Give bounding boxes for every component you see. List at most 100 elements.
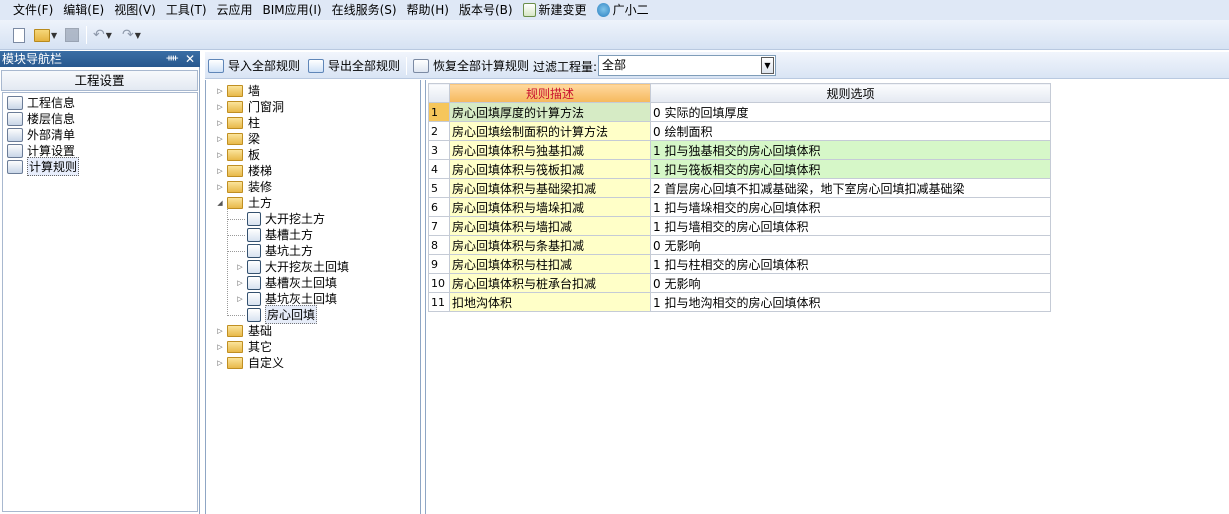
rule-option-cell[interactable]: 1 扣与筏板相交的房心回填体积: [650, 159, 1051, 179]
rule-desc-cell[interactable]: 房心回填体积与筏板扣减: [449, 159, 651, 179]
table-row[interactable]: 11 扣地沟体积 1 扣与地沟相交的房心回填体积: [428, 292, 1051, 312]
table-corner-cell[interactable]: [428, 83, 450, 103]
save-button[interactable]: [65, 27, 79, 43]
nav-item-project-info[interactable]: 工程信息: [7, 95, 75, 110]
table-row[interactable]: 2 房心回填绘制面积的计算方法 0 绘制面积: [428, 121, 1051, 141]
row-number[interactable]: 1: [428, 102, 450, 122]
expand-arrow-icon[interactable]: ▷: [215, 327, 225, 335]
tree-node-trench-lime-backfill[interactable]: ▷ 基槽灰土回填: [235, 275, 337, 290]
filter-quantity-select[interactable]: 全部 ▼: [598, 55, 776, 76]
tree-node-beam[interactable]: ▷ 梁: [215, 131, 260, 146]
guangxiaoer-button[interactable]: 广小二: [592, 0, 654, 20]
tree-node-custom[interactable]: ▷ 自定义: [215, 355, 284, 370]
rule-option-cell[interactable]: 1 扣与墙垛相交的房心回填体积: [650, 197, 1051, 217]
rule-option-cell[interactable]: 0 绘制面积: [650, 121, 1051, 141]
row-number[interactable]: 2: [428, 121, 450, 141]
chevron-down-icon[interactable]: ▼: [761, 57, 774, 74]
table-row[interactable]: 6 房心回填体积与墙垛扣减 1 扣与墙垛相交的房心回填体积: [428, 197, 1051, 217]
table-row[interactable]: 4 房心回填体积与筏板扣减 1 扣与筏板相交的房心回填体积: [428, 159, 1051, 179]
nav-item-calc-settings[interactable]: 计算设置: [7, 143, 75, 158]
row-number[interactable]: 7: [428, 216, 450, 236]
table-row[interactable]: 1 房心回填厚度的计算方法 0 实际的回填厚度: [428, 102, 1051, 122]
tree-node-pit-lime-backfill[interactable]: ▷ 基坑灰土回填: [235, 291, 337, 306]
tree-node-earthwork[interactable]: ◢ 土方: [215, 195, 272, 210]
menu-cloud[interactable]: 云应用: [212, 0, 258, 20]
row-number[interactable]: 8: [428, 235, 450, 255]
rule-desc-cell[interactable]: 房心回填体积与柱扣减: [449, 254, 651, 274]
table-row[interactable]: 5 房心回填体积与基础梁扣减 2 首层房心回填不扣减基础梁，地下室房心回填扣减基础梁: [428, 178, 1051, 198]
rule-desc-cell[interactable]: 房心回填绘制面积的计算方法: [449, 121, 651, 141]
nav-item-external-list[interactable]: 外部清单: [7, 127, 75, 142]
row-number[interactable]: 11: [428, 292, 450, 312]
expand-arrow-icon[interactable]: ▷: [215, 343, 225, 351]
tree-node-decoration[interactable]: ▷ 装修: [215, 179, 272, 194]
pin-icon[interactable]: ᚓ: [167, 51, 179, 67]
expand-arrow-icon[interactable]: ▷: [235, 263, 245, 271]
expand-arrow-icon[interactable]: ▷: [215, 183, 225, 191]
tree-node-trench-excavation[interactable]: 基槽土方: [247, 227, 313, 242]
tree-node-foundation[interactable]: ▷ 基础: [215, 323, 272, 338]
rule-desc-cell[interactable]: 扣地沟体积: [449, 292, 651, 312]
tree-node-door-window[interactable]: ▷ 门窗洞: [215, 99, 284, 114]
rule-option-cell[interactable]: 1 扣与柱相交的房心回填体积: [650, 254, 1051, 274]
tree-node-other[interactable]: ▷ 其它: [215, 339, 272, 354]
rule-desc-cell[interactable]: 房心回填体积与墙扣减: [449, 216, 651, 236]
new-change-button[interactable]: 新建变更: [518, 0, 592, 20]
undo-button[interactable]: ↶ ▼: [93, 27, 112, 43]
table-row[interactable]: 9 房心回填体积与柱扣减 1 扣与柱相交的房心回填体积: [428, 254, 1051, 274]
row-number[interactable]: 9: [428, 254, 450, 274]
expand-arrow-icon[interactable]: ▷: [215, 135, 225, 143]
expand-arrow-icon[interactable]: ▷: [215, 167, 225, 175]
rule-desc-cell[interactable]: 房心回填厚度的计算方法: [449, 102, 651, 122]
tree-node-pit-excavation[interactable]: 基坑土方: [247, 243, 313, 258]
rule-option-cell[interactable]: 0 无影响: [650, 235, 1051, 255]
rule-desc-cell[interactable]: 房心回填体积与桩承台扣减: [449, 273, 651, 293]
expand-arrow-icon[interactable]: ▷: [235, 279, 245, 287]
row-number[interactable]: 3: [428, 140, 450, 160]
table-row[interactable]: 8 房心回填体积与条基扣减 0 无影响: [428, 235, 1051, 255]
rule-desc-cell[interactable]: 房心回填体积与独基扣减: [449, 140, 651, 160]
menu-tools[interactable]: 工具(T): [161, 0, 212, 20]
menu-online[interactable]: 在线服务(S): [327, 0, 402, 20]
rule-option-cell[interactable]: 1 扣与独基相交的房心回填体积: [650, 140, 1051, 160]
rule-option-cell[interactable]: 1 扣与墙相交的房心回填体积: [650, 216, 1051, 236]
column-header-rule-option[interactable]: 规则选项: [650, 83, 1051, 103]
rule-desc-cell[interactable]: 房心回填体积与墙垛扣减: [449, 197, 651, 217]
expand-arrow-icon[interactable]: ▷: [215, 119, 225, 127]
menu-version[interactable]: 版本号(B): [454, 0, 518, 20]
tree-node-mass-lime-backfill[interactable]: ▷ 大开挖灰土回填: [235, 259, 349, 274]
tree-node-column[interactable]: ▷ 柱: [215, 115, 260, 130]
rule-desc-cell[interactable]: 房心回填体积与基础梁扣减: [449, 178, 651, 198]
import-all-rules-button[interactable]: 导入全部规则: [208, 57, 300, 74]
menu-help[interactable]: 帮助(H): [402, 0, 454, 20]
menu-view[interactable]: 视图(V): [109, 0, 161, 20]
tree-node-wall[interactable]: ▷ 墙: [215, 83, 260, 98]
nav-item-calc-rules[interactable]: 计算规则: [7, 157, 80, 176]
tree-node-stairs[interactable]: ▷ 楼梯: [215, 163, 272, 178]
menu-bim[interactable]: BIM应用(I): [258, 0, 327, 20]
row-number[interactable]: 4: [428, 159, 450, 179]
close-icon[interactable]: ✕: [185, 51, 195, 67]
table-row[interactable]: 3 房心回填体积与独基扣减 1 扣与独基相交的房心回填体积: [428, 140, 1051, 160]
open-button[interactable]: ▼: [34, 27, 57, 43]
row-number[interactable]: 10: [428, 273, 450, 293]
rule-option-cell[interactable]: 0 实际的回填厚度: [650, 102, 1051, 122]
table-row[interactable]: 7 房心回填体积与墙扣减 1 扣与墙相交的房心回填体积: [428, 216, 1051, 236]
table-row[interactable]: 10 房心回填体积与桩承台扣减 0 无影响: [428, 273, 1051, 293]
new-file-button[interactable]: [13, 27, 25, 43]
tree-node-slab[interactable]: ▷ 板: [215, 147, 260, 162]
expand-arrow-icon[interactable]: ▷: [215, 103, 225, 111]
expand-arrow-icon[interactable]: ▷: [215, 151, 225, 159]
rule-option-cell[interactable]: 0 无影响: [650, 273, 1051, 293]
rule-option-cell[interactable]: 1 扣与地沟相交的房心回填体积: [650, 292, 1051, 312]
column-header-rule-desc[interactable]: 规则描述: [449, 83, 651, 103]
expand-arrow-icon[interactable]: ▷: [235, 295, 245, 303]
expand-arrow-icon[interactable]: ▷: [215, 359, 225, 367]
rule-desc-cell[interactable]: 房心回填体积与条基扣减: [449, 235, 651, 255]
row-number[interactable]: 5: [428, 178, 450, 198]
menu-file[interactable]: 文件(F): [0, 0, 58, 20]
tree-node-mass-excavation[interactable]: 大开挖土方: [247, 211, 325, 226]
restore-all-rules-button[interactable]: 恢复全部计算规则: [413, 57, 529, 74]
nav-group-project-settings[interactable]: 工程设置: [1, 70, 198, 91]
tree-node-room-backfill[interactable]: 房心回填: [247, 305, 318, 324]
